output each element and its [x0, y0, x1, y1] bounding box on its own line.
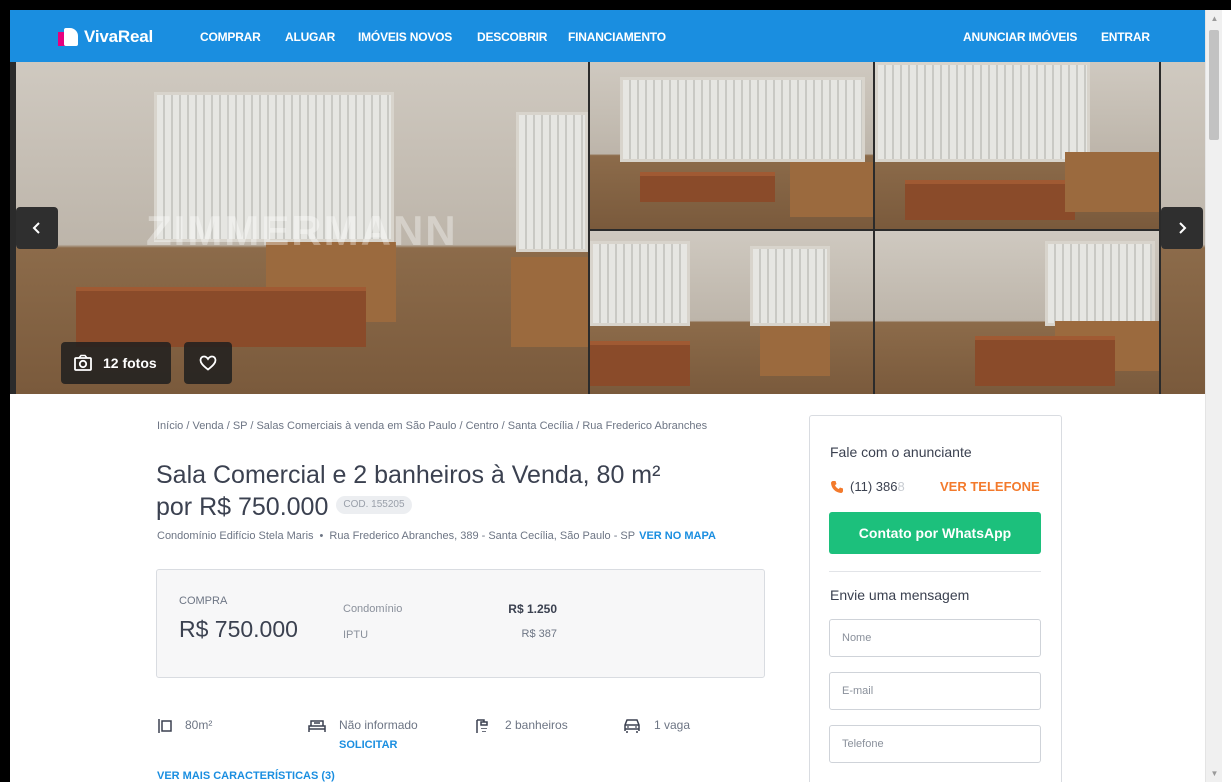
whatsapp-contact-button[interactable]: Contato por WhatsApp [829, 512, 1041, 554]
phone-preview: (11) 386 8 [830, 479, 905, 494]
request-rooms-link[interactable]: SOLICITAR [339, 739, 418, 751]
gallery-next-button[interactable] [1161, 207, 1203, 249]
gallery-photo-3[interactable] [875, 62, 1159, 229]
contact-panel: Fale com o anunciante (11) 386 8 VER TELE… [809, 415, 1062, 782]
nav-financiamento[interactable]: FINANCIAMENTO [568, 30, 666, 44]
scroll-up-arrow-icon[interactable]: ▲ [1206, 10, 1223, 27]
show-phone-button[interactable]: VER TELEFONE [940, 479, 1040, 494]
photo-gallery: ZIMMERMANN 12 fotos [10, 62, 1205, 394]
nav-entrar[interactable]: ENTRAR [1101, 30, 1150, 44]
address-separator: • [319, 530, 324, 542]
more-features-link[interactable]: VER MAIS CARACTERÍSTICAS (3) [157, 770, 335, 782]
camera-icon [74, 354, 92, 371]
email-input[interactable] [829, 672, 1041, 710]
bed-icon [308, 720, 326, 732]
breadcrumb[interactable]: Início / Venda / SP / Salas Comerciais à… [157, 420, 707, 432]
message-title: Envie uma mensagem [830, 587, 970, 603]
title-line-1: Sala Comercial e 2 banheiros à Venda, 80… [156, 461, 661, 489]
title-line-2: por R$ 750.000 [156, 493, 329, 521]
condo-fee-value: R$ 1.250 [508, 602, 557, 616]
gallery-photo-4[interactable] [590, 231, 873, 394]
feature-rooms: Não informado SOLICITAR [307, 718, 418, 751]
iptu-value: R$ 387 [521, 628, 557, 640]
price-type-label: COMPRA [179, 595, 228, 607]
nav-comprar[interactable]: COMPRAR [200, 30, 261, 44]
nav-imoveis-novos[interactable]: IMÓVEIS NOVOS [358, 30, 452, 44]
phone-number-partial: (11) 386 [850, 479, 898, 494]
feature-area-value: 80m² [185, 718, 213, 732]
gallery-prev-button[interactable] [16, 207, 58, 249]
scroll-down-arrow-icon[interactable]: ▼ [1206, 765, 1223, 782]
condo-name: Condomínio Edifício Stela Maris [157, 530, 314, 542]
photos-count-label: 12 fotos [103, 355, 157, 371]
favorite-button[interactable] [184, 342, 232, 384]
top-navigation-bar: VivaReal COMPRAR ALUGAR IMÓVEIS NOVOS DE… [10, 10, 1205, 62]
feature-parking-value: 1 vaga [654, 718, 691, 732]
contact-divider [829, 571, 1041, 572]
listing-code-badge: COD. 155205 [336, 496, 412, 515]
phone-input[interactable] [829, 725, 1041, 763]
browser-page: VivaReal COMPRAR ALUGAR IMÓVEIS NOVOS DE… [10, 10, 1231, 782]
phone-icon [831, 480, 843, 493]
shower-icon [476, 719, 488, 733]
page-title: Sala Comercial e 2 banheiros à Venda, 80… [156, 459, 786, 523]
heart-icon [199, 355, 217, 371]
photo-watermark: ZIMMERMANN [146, 207, 458, 254]
view-photos-button[interactable]: 12 fotos [61, 342, 171, 384]
condo-fee-label: Condomínio [343, 603, 403, 615]
feature-parking: 1 vaga [622, 718, 690, 734]
logo-text: VivaReal [84, 27, 153, 46]
price-box: COMPRA R$ 750.000 Condomínio R$ 1.250 IP… [156, 569, 765, 678]
nav-alugar[interactable]: ALUGAR [285, 30, 335, 44]
house-logo-icon [58, 28, 78, 46]
nav-anunciar-imoveis[interactable]: ANUNCIAR IMÓVEIS [963, 30, 1077, 44]
gallery-photo-2[interactable] [590, 62, 873, 229]
feature-bathrooms-value: 2 banheiros [505, 718, 568, 732]
feature-area: 80m² [157, 718, 212, 734]
gallery-photo-5[interactable] [875, 231, 1159, 394]
nav-descobrir[interactable]: DESCOBRIR [477, 30, 547, 44]
scroll-thumb[interactable] [1209, 30, 1219, 140]
listing-address: Condomínio Edifício Stela Maris • Rua Fred… [157, 530, 716, 542]
chevron-left-icon [32, 222, 40, 234]
feature-bathrooms: 2 banheiros [475, 718, 568, 734]
view-map-link[interactable]: VER NO MAPA [639, 530, 716, 542]
feature-rooms-value: Não informado [339, 718, 418, 732]
iptu-label: IPTU [343, 629, 369, 641]
sale-price: R$ 750.000 [179, 616, 298, 642]
area-icon [158, 719, 172, 733]
chevron-right-icon [1179, 222, 1187, 234]
contact-title: Fale com o anunciante [830, 444, 972, 460]
name-input[interactable] [829, 619, 1041, 657]
street-address: Rua Frederico Abranches, 389 - Santa Cec… [329, 530, 636, 542]
car-icon [624, 719, 640, 733]
page-scrollbar[interactable]: ▲ ▼ [1205, 10, 1222, 782]
vivareal-logo[interactable]: VivaReal [58, 27, 153, 47]
phone-number-hidden: 8 [897, 479, 905, 494]
